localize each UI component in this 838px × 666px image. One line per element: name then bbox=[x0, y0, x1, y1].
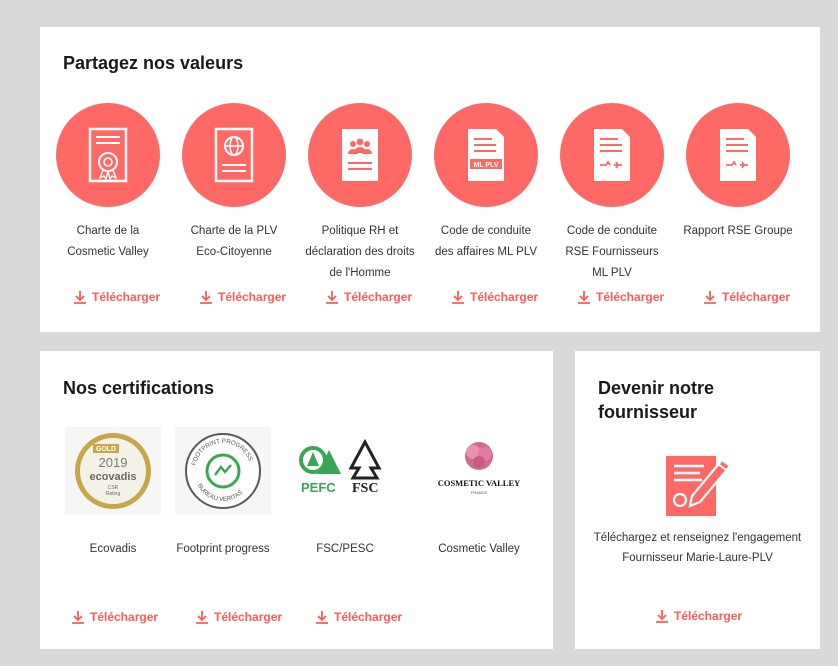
certifications-card: Nos certifications GOLD 2019 ecovadis CS… bbox=[40, 351, 553, 649]
document-label: Politique RH et déclaration des droits d… bbox=[305, 225, 415, 279]
document-charte-cosmetic-valley: Charte de la Cosmetic Valley bbox=[53, 103, 163, 263]
cert-label: Footprint progress bbox=[176, 543, 270, 555]
footprint-progress-logo: FOOTPRINT PROGRESS BUREAU VERITAS bbox=[175, 427, 271, 515]
svg-text:2019: 2019 bbox=[99, 455, 128, 470]
svg-text:PEFC: PEFC bbox=[301, 480, 336, 495]
download-arrow-icon bbox=[196, 611, 208, 624]
document-label: Charte de la PLV Eco-Citoyenne bbox=[190, 225, 278, 258]
certificate-icon bbox=[56, 103, 160, 207]
svg-text:COSMETIC VALLEY: COSMETIC VALLEY bbox=[438, 478, 521, 488]
svg-text:FSC: FSC bbox=[352, 481, 378, 496]
document-label: Code de conduite RSE Fournisseurs ML PLV bbox=[565, 225, 659, 279]
supplier-description: Téléchargez et renseignez l'engagement F… bbox=[593, 532, 802, 564]
document-charte-plv: Charte de la PLV Eco-Citoyenne bbox=[179, 103, 289, 263]
svg-text:FRANCE: FRANCE bbox=[471, 490, 488, 495]
download-arrow-icon bbox=[326, 291, 338, 304]
document-label: Code de conduite des affaires ML PLV bbox=[434, 225, 538, 258]
download-arrow-icon bbox=[74, 291, 86, 304]
download-arrow-icon bbox=[316, 611, 328, 624]
svg-text:ML PLV: ML PLV bbox=[473, 162, 498, 169]
certifications-title: Nos certifications bbox=[63, 378, 215, 398]
contract-sign-icon bbox=[662, 448, 734, 520]
handshake-document-icon bbox=[686, 103, 790, 207]
ml-plv-document-icon: ML PLV bbox=[434, 103, 538, 207]
cert-label: Ecovadis bbox=[89, 543, 137, 555]
supplier-card: Devenir notre fournisseur Téléchargez et… bbox=[575, 351, 820, 649]
supplier-title: Devenir notre fournisseur bbox=[598, 378, 715, 423]
cert-label: Cosmetic Valley bbox=[438, 543, 520, 555]
download-link-politique-rh[interactable]: Télécharger bbox=[325, 290, 412, 304]
cert-footprint-progress: FOOTPRINT PROGRESS BUREAU VERITAS Footpr… bbox=[168, 427, 278, 559]
document-rapport-rse: Rapport RSE Groupe bbox=[683, 103, 793, 242]
download-arrow-icon bbox=[200, 291, 212, 304]
download-link-footprint-progress[interactable]: Télécharger bbox=[195, 610, 282, 624]
download-link-supplier[interactable]: Télécharger bbox=[655, 609, 742, 623]
values-title: Partagez nos valeurs bbox=[63, 53, 244, 73]
download-arrow-icon bbox=[656, 610, 668, 623]
document-label: Charte de la Cosmetic Valley bbox=[67, 225, 149, 258]
download-arrow-icon bbox=[452, 291, 464, 304]
globe-document-icon bbox=[182, 103, 286, 207]
download-link-code-conduite-rse[interactable]: Télécharger bbox=[577, 290, 664, 304]
download-link-charte-cosmetic-valley[interactable]: Télécharger bbox=[73, 290, 160, 304]
document-code-conduite-rse: Code de conduite RSE Fournisseurs ML PLV bbox=[557, 103, 667, 284]
values-card: Partagez nos valeurs Charte de la Cosmet… bbox=[40, 27, 820, 332]
download-link-rapport-rse[interactable]: Télécharger bbox=[703, 290, 790, 304]
document-code-conduite-affaires: ML PLV Code de conduite des affaires ML … bbox=[431, 103, 541, 263]
cert-cosmetic-valley: COSMETIC VALLEY FRANCE Cosmetic Valley bbox=[424, 427, 534, 559]
pefc-fsc-logo: PEFC FSC bbox=[297, 427, 393, 515]
handshake-document-icon bbox=[560, 103, 664, 207]
document-politique-rh: Politique RH et déclaration des droits d… bbox=[305, 103, 415, 284]
svg-text:Rating: Rating bbox=[106, 491, 121, 497]
cert-ecovadis: GOLD 2019 ecovadis CSR Rating Ecovadis bbox=[58, 427, 168, 559]
people-document-icon bbox=[308, 103, 412, 207]
cosmetic-valley-logo: COSMETIC VALLEY FRANCE bbox=[431, 427, 527, 515]
download-arrow-icon bbox=[704, 291, 716, 304]
svg-text:ecovadis: ecovadis bbox=[89, 471, 136, 483]
download-link-code-conduite-affaires[interactable]: Télécharger bbox=[451, 290, 538, 304]
ecovadis-logo: GOLD 2019 ecovadis CSR Rating bbox=[65, 427, 161, 515]
svg-text:GOLD: GOLD bbox=[96, 446, 116, 453]
download-arrow-icon bbox=[72, 611, 84, 624]
download-arrow-icon bbox=[578, 291, 590, 304]
cert-fsc-pesc: PEFC FSC FSC/PESC bbox=[290, 427, 400, 559]
cert-label: FSC/PESC bbox=[316, 543, 374, 555]
document-label: Rapport RSE Groupe bbox=[683, 225, 793, 237]
download-link-charte-plv[interactable]: Télécharger bbox=[199, 290, 286, 304]
download-link-fsc-pesc[interactable]: Télécharger bbox=[315, 610, 402, 624]
download-link-ecovadis[interactable]: Télécharger bbox=[71, 610, 158, 624]
